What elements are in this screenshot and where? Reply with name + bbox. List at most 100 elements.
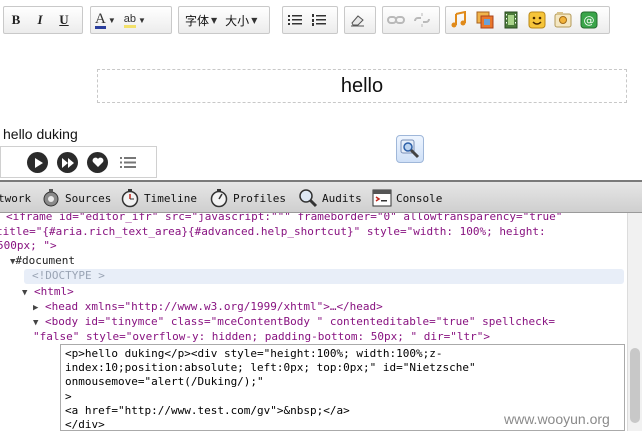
scrollbar-thumb[interactable] [630,348,640,423]
font-color-button[interactable]: A ▼ [93,9,118,31]
edit-line: </div> [65,418,105,431]
film-icon [504,11,518,29]
song-title: hello duking [3,126,78,142]
tab-timeline[interactable]: Timeline [119,185,197,211]
edit-line: onmousemove="alert(/Duking/);" [65,375,264,388]
tab-console-label: Console [396,191,443,205]
tab-network-label: twork [0,191,32,205]
insert-emoticon-button[interactable] [526,9,548,31]
tree-node-body[interactable]: ▼ <body id="tinymce" class="mceContentBo… [33,315,555,331]
iframe-line-2: title="{#aria.rich_text_area}{#advanced.… [0,225,546,240]
smiley-icon [528,11,546,29]
gallery-icon [554,12,572,28]
underline-button[interactable]: U [54,9,74,31]
font-size-label: 大小 [225,13,250,28]
body-line-2: "false" style="overflow-y: hidden; paddi… [33,330,490,345]
bullet-list-icon [288,15,302,25]
link-icon [387,16,405,24]
play-button[interactable] [27,152,48,173]
insert-image-button[interactable] [474,9,496,31]
picture-icon [476,11,494,29]
at-sign-icon: @ [580,11,598,29]
music-note-icon [451,11,466,28]
tab-profiles-label: Profiles [233,191,286,205]
document-label: #document [15,254,76,267]
link-group [382,6,440,34]
tab-sources-label: Sources [65,191,112,205]
eraser-icon [351,15,364,27]
next-button[interactable] [57,152,78,173]
chevron-down-icon: ▼ [251,15,258,25]
heart-icon [92,157,103,167]
insert-template-button[interactable] [552,9,574,31]
inspect-element-button[interactable] [396,135,424,163]
tab-profiles[interactable]: Profiles [208,185,286,211]
bullet-list-button[interactable] [285,9,305,31]
editor-text: hello [340,74,384,97]
devtools-toolbar: twork Sources Timeline Profiles Audits C… [0,182,642,213]
unlink-button[interactable] [411,9,433,31]
playlist-button[interactable] [120,156,136,172]
watermark: www.wooyun.org [504,411,610,427]
fast-forward-icon [61,157,74,168]
tree-node-html[interactable]: ▼ <html> [22,285,74,301]
collapse-triangle-icon: ▶ [33,303,39,313]
font-size-dropdown[interactable]: 大小 ▼ [221,9,261,31]
iframe-line-1: <iframe id="editor_ifr" src="javascript:… [6,213,563,223]
play-icon [34,157,43,168]
font-color-icon: A [95,10,106,29]
italic-button[interactable]: I [30,9,50,31]
editor-toolbar: B I U A ▼ ab ▼ 字体 ▼ 大小 ▼ @ [0,0,642,44]
font-family-dropdown[interactable]: 字体 ▼ [181,9,221,31]
chevron-down-icon: ▼ [211,15,218,25]
edit-line: > [65,390,72,403]
sources-icon [40,187,62,209]
bold-button[interactable]: B [6,9,26,31]
highlight-color-button[interactable]: ab ▼ [122,9,148,31]
tab-console[interactable]: Console [371,185,442,211]
tab-timeline-label: Timeline [144,191,197,205]
unlink-icon [414,13,430,27]
magnifier-icon [400,139,420,159]
remove-format-button[interactable] [347,9,367,31]
music-player [0,146,157,178]
list-group [282,6,338,34]
selected-row-highlight [24,269,624,284]
tree-node-head[interactable]: ▶ <head xmlns="http://www.w3.org/1999/xh… [33,300,383,316]
expand-triangle-icon: ▼ [33,318,39,328]
body-line-2-text: "false" style="overflow-y: hidden; paddi… [33,330,490,343]
insert-video-button[interactable] [500,9,522,31]
console-icon [371,187,393,209]
tab-network[interactable]: twork [0,185,31,211]
doctype-label: <!DOCTYPE > [32,269,105,282]
vertical-scrollbar[interactable] [627,213,642,431]
tab-sources[interactable]: Sources [40,185,111,211]
text-format-group: B I U [3,6,83,34]
edit-line: <p>hello duking</p><div style="height:10… [65,347,443,360]
insert-link-button[interactable] [385,9,407,31]
like-button[interactable] [87,152,108,173]
iframe-line-3-text: 500px; "> [0,239,57,252]
iframe-line-2-text: title="{#aria.rich_text_area}{#advanced.… [0,225,546,238]
edit-line: <a href="http://www.test.com/gv">&nbsp;<… [65,404,350,417]
insert-music-button[interactable] [448,9,470,31]
mention-button[interactable]: @ [578,9,600,31]
iframe-line-3: 500px; "> [0,239,57,254]
highlight-icon: ab [123,13,137,28]
playlist-icon [120,157,136,168]
html-tag: <html> [34,285,74,298]
head-tag: <head xmlns="http://www.w3.org/1999/xhtm… [45,300,383,313]
clear-format-group [344,6,376,34]
tree-node-document[interactable]: ▼#document [10,254,75,270]
tab-audits[interactable]: Audits [297,185,362,211]
chevron-down-icon: ▼ [107,15,116,25]
body-line-1: <body id="tinymce" class="mceContentBody… [45,315,555,328]
media-group: @ [445,6,610,34]
numbered-list-button[interactable] [309,9,329,31]
numbered-list-icon [312,14,326,26]
tree-node-doctype[interactable]: <!DOCTYPE > [32,269,105,284]
stopwatch-icon [119,187,141,209]
tree-node-iframe[interactable]: ▼ <iframe id="editor_ifr" src="javascrip… [0,213,562,226]
editor-content-area[interactable]: hello [97,69,627,103]
gauge-icon [208,187,230,209]
